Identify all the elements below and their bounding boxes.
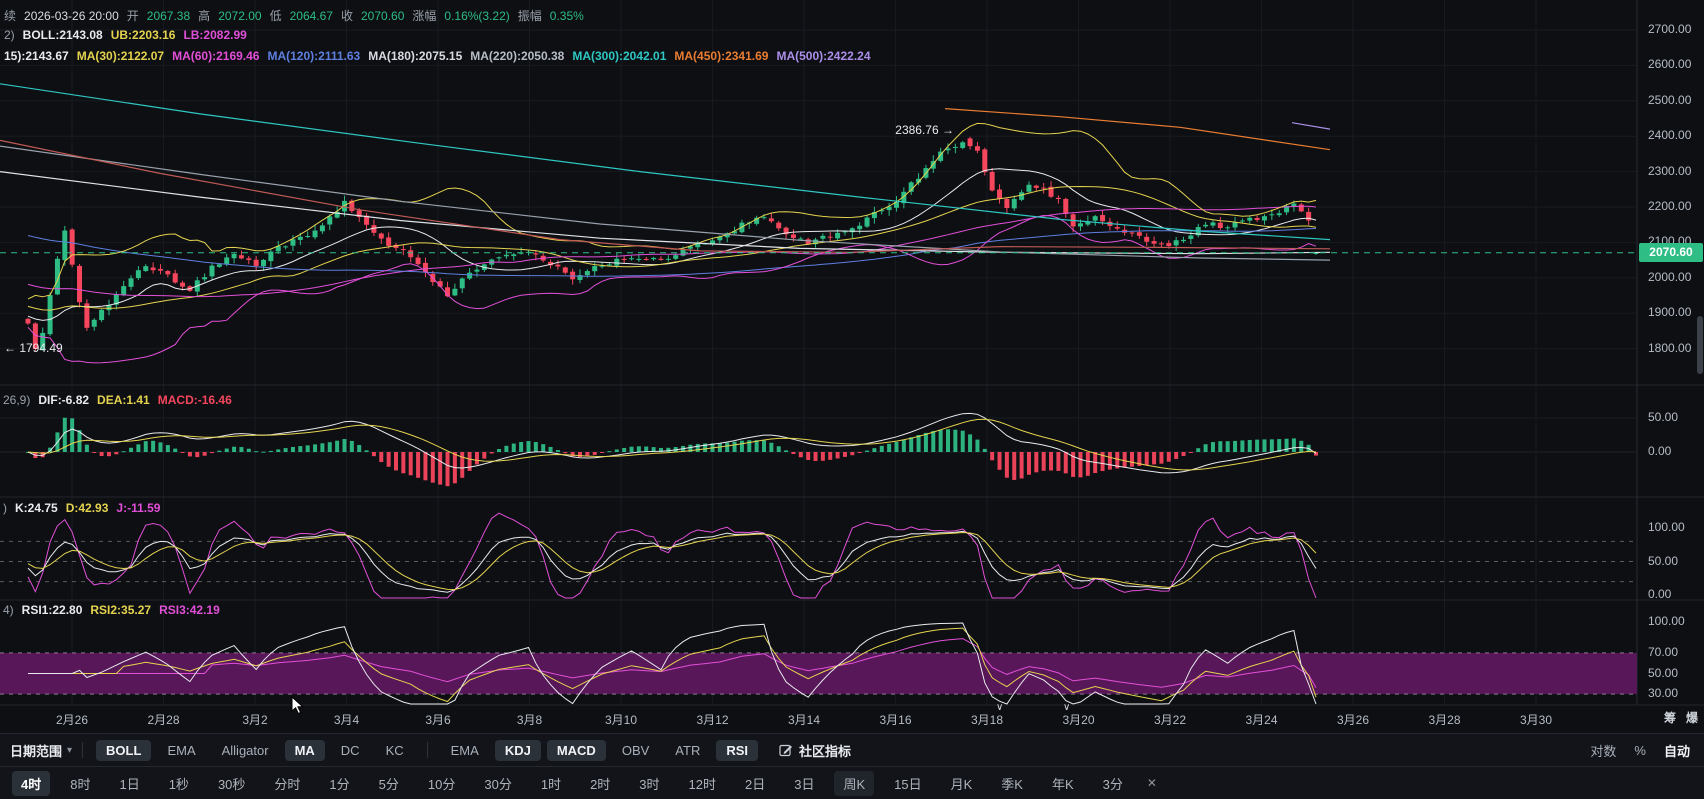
community-indicators-button[interactable]: 社区指标 — [779, 741, 851, 760]
axis-tick-label: 30.00 — [1648, 686, 1678, 700]
timeframe-button-2时[interactable]: 2时 — [581, 771, 619, 796]
date-tick-label: 3月16 — [879, 711, 911, 728]
axis-scrollbar[interactable] — [1697, 316, 1703, 374]
date-tick-label: 3月20 — [1062, 711, 1094, 728]
date-tick-label: 3月28 — [1428, 711, 1460, 728]
divider — [427, 742, 428, 758]
timeframe-button-5分[interactable]: 5分 — [370, 771, 408, 796]
axis-tick-label: 50.00 — [1648, 410, 1678, 424]
timeframe-button-1日[interactable]: 1日 — [110, 771, 148, 796]
axis-tick-label: 2300.00 — [1648, 164, 1691, 178]
liquidation-button[interactable]: 爆 — [1686, 709, 1698, 726]
timeframe-button-3日[interactable]: 3日 — [785, 771, 823, 796]
date-range-button[interactable]: 日期范围 ▾ — [10, 741, 72, 760]
candlestick-chart[interactable] — [0, 0, 1704, 706]
indicator-button-kdj[interactable]: KDJ — [495, 740, 541, 761]
timeframe-toolbar: 4时 8时 1日 1秒 30秒分时 1分 5分 10分 30分 1时 2时 3时 12时 2日 3日周K 15… — [0, 766, 1704, 799]
high-annotation: 2386.76 → — [842, 123, 954, 137]
timeframe-button-2日[interactable]: 2日 — [736, 771, 774, 796]
date-tick-label: 3月2 — [242, 711, 267, 728]
date-tick-label: 3月4 — [334, 711, 359, 728]
date-tick-label: 3月30 — [1520, 711, 1552, 728]
axis-tick-label: 100.00 — [1648, 614, 1685, 628]
chip-distribution-button[interactable]: 筹 — [1664, 709, 1676, 726]
axis-tick-label: 1800.00 — [1648, 341, 1691, 355]
low-annotation: ← 1794.49 — [4, 341, 63, 355]
axis-tick-label: 1900.00 — [1648, 305, 1691, 319]
scale-button-%[interactable]: % — [1634, 743, 1646, 758]
overlay-button-kc[interactable]: KC — [376, 740, 414, 761]
indicator-button-rsi[interactable]: RSI — [716, 740, 758, 761]
indicator-button-obv[interactable]: OBV — [612, 740, 659, 761]
axis-tick-label: 50.00 — [1648, 666, 1678, 680]
date-range-label: 日期范围 — [10, 741, 62, 760]
timeframe-button-12时[interactable]: 12时 — [680, 771, 725, 796]
timeframe-button-周k[interactable]: 周K — [834, 771, 874, 796]
overlay-button-dc[interactable]: DC — [331, 740, 370, 761]
timeframe-button-15日[interactable]: 15日 — [885, 771, 930, 796]
overlay-button-ema[interactable]: EMA — [157, 740, 205, 761]
axis-tick-label: 70.00 — [1648, 645, 1678, 659]
timeframe-button-3时[interactable]: 3时 — [630, 771, 668, 796]
scale-button-对数[interactable]: 对数 — [1590, 741, 1616, 760]
community-indicators-label: 社区指标 — [799, 741, 851, 760]
date-tick-label: 3月6 — [425, 711, 450, 728]
axis-tick-label: 2000.00 — [1648, 270, 1691, 284]
timeframe-button-10分[interactable]: 10分 — [419, 771, 464, 796]
date-tick-label: 3月8 — [517, 711, 542, 728]
axis-tick-label: 2200.00 — [1648, 199, 1691, 213]
date-tick-label: 3月26 — [1337, 711, 1369, 728]
timeframe-button-1分[interactable]: 1分 — [320, 771, 358, 796]
timeframe-button-30分[interactable]: 30分 — [475, 771, 520, 796]
indicator-button-ema[interactable]: EMA — [441, 740, 489, 761]
last-price-tag: 2070.60 — [1639, 243, 1703, 262]
mouse-cursor — [291, 696, 305, 715]
divider — [82, 742, 83, 758]
date-tick-label: 3月18 — [971, 711, 1003, 728]
indicator-toolbar: 日期范围 ▾ BOLL EMA Alligator MA DC KC EMA KDJ MACD… — [0, 733, 1704, 766]
indicator-button-macd[interactable]: MACD — [547, 740, 606, 761]
date-tick-label: 3月22 — [1154, 711, 1186, 728]
date-tick-label: 2月26 — [56, 711, 88, 728]
date-tick-label: 3月12 — [696, 711, 728, 728]
scale-button-自动[interactable]: 自动 — [1664, 741, 1690, 760]
overlay-button-alligator[interactable]: Alligator — [212, 740, 279, 761]
date-tick-label: 2月28 — [147, 711, 179, 728]
date-tick-label: 3月14 — [788, 711, 820, 728]
date-tick-label: 3月24 — [1245, 711, 1277, 728]
axis-tick-label: 2400.00 — [1648, 128, 1691, 142]
timeframe-button-分时[interactable]: 分时 — [265, 771, 309, 796]
axis-tick-label: 0.00 — [1648, 444, 1671, 458]
axis-tick-label: 0.00 — [1648, 587, 1671, 601]
timeframe-button-1时[interactable]: 1时 — [532, 771, 570, 796]
axis-tick-label: 2700.00 — [1648, 22, 1691, 36]
axis-marker-chevron: ∨ — [996, 702, 1003, 713]
timeframe-button-1秒[interactable]: 1秒 — [160, 771, 198, 796]
axis-tick-label: 2500.00 — [1648, 93, 1691, 107]
timeframe-button-4时[interactable]: 4时 — [12, 771, 50, 796]
timeframe-button-月k[interactable]: 月K — [942, 771, 982, 796]
overlay-button-ma[interactable]: MA — [285, 740, 325, 761]
timeframe-button-年k[interactable]: 年K — [1043, 771, 1083, 796]
timeframe-button-30秒[interactable]: 30秒 — [209, 771, 254, 796]
axis-tick-label: 50.00 — [1648, 554, 1678, 568]
axis-tick-label: 100.00 — [1648, 520, 1685, 534]
chevron-down-icon: ▾ — [67, 745, 72, 756]
indicator-button-atr[interactable]: ATR — [665, 740, 710, 761]
date-tick-label: 3月10 — [605, 711, 637, 728]
timeframe-button-8时[interactable]: 8时 — [61, 771, 99, 796]
timeframe-button-3分[interactable]: 3分 — [1094, 771, 1132, 796]
timeframe-button-季k[interactable]: 季K — [992, 771, 1032, 796]
close-icon[interactable]: ✕ — [1147, 776, 1157, 790]
edit-icon — [779, 743, 793, 757]
axis-tick-label: 2600.00 — [1648, 57, 1691, 71]
axis-marker-chevron: ∨ — [1063, 702, 1070, 713]
overlay-button-boll[interactable]: BOLL — [96, 740, 151, 761]
